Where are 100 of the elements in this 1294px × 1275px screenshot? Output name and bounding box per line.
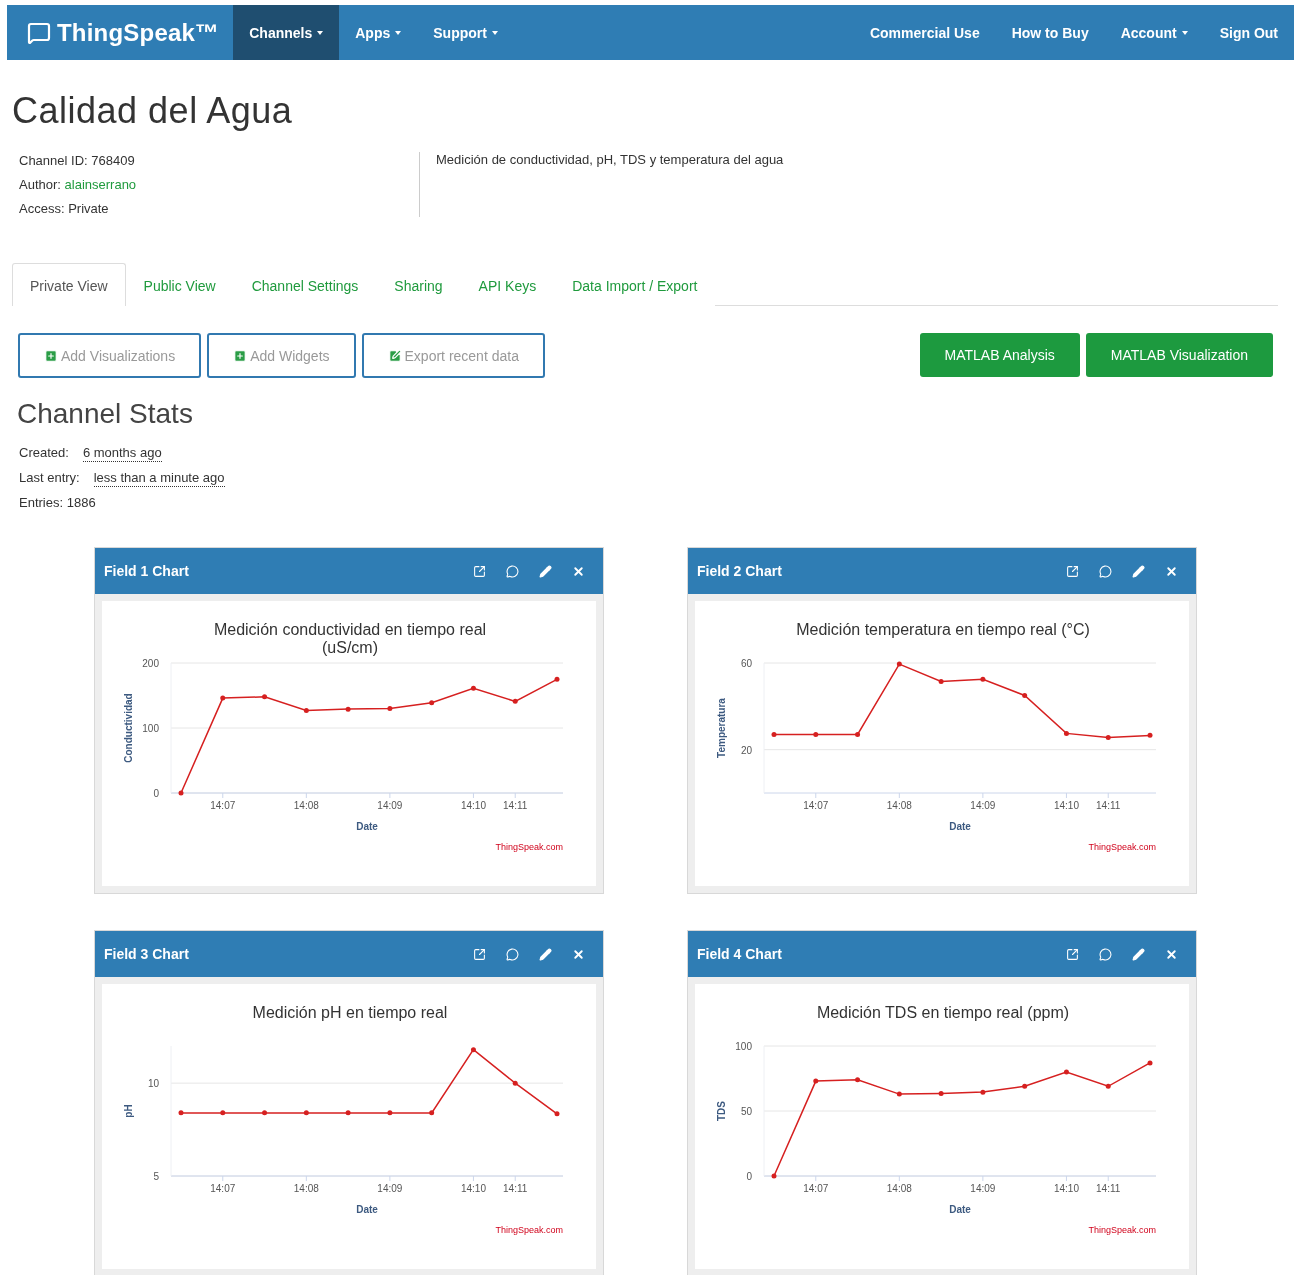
x-tick-label: 14:09 xyxy=(970,1183,996,1194)
data-point xyxy=(429,1110,435,1116)
nav-link[interactable]: Commercial Use xyxy=(853,5,996,60)
data-point xyxy=(387,1110,393,1116)
panel-title: Field 4 Chart xyxy=(697,946,783,962)
y-tick-label: 10 xyxy=(147,1078,159,1090)
data-point xyxy=(980,676,986,682)
credit-link[interactable]: ThingSpeak.com xyxy=(1088,1225,1156,1235)
plus-icon xyxy=(233,348,248,363)
x-tick-label: 14:07 xyxy=(210,1183,236,1194)
channel-info: Channel ID: 768409 xyxy=(19,152,136,169)
x-tick-label: 14:07 xyxy=(803,800,829,811)
data-point xyxy=(1147,732,1153,738)
data-point xyxy=(771,732,777,737)
channel-title: Calidad del Agua xyxy=(12,90,294,132)
action-button[interactable]: Export recent data xyxy=(361,333,545,378)
author-link[interactable]: alainserrano xyxy=(64,177,137,192)
nav-link[interactable]: Channels xyxy=(233,5,340,60)
data-point xyxy=(554,1111,560,1117)
nav-link[interactable]: Apps xyxy=(339,5,418,60)
data-point xyxy=(554,676,560,682)
external-link-icon[interactable] xyxy=(1066,564,1079,578)
comment-icon[interactable] xyxy=(506,564,519,578)
nav-link[interactable]: Sign Out xyxy=(1203,5,1294,60)
data-point xyxy=(1105,1083,1111,1089)
edit-icon[interactable] xyxy=(1132,564,1145,578)
nav-link[interactable]: Account xyxy=(1104,5,1204,60)
y-tick-label: 0 xyxy=(153,788,159,799)
tab[interactable]: Private View xyxy=(12,263,126,306)
x-tick-label: 14:11 xyxy=(503,800,528,811)
data-point xyxy=(262,1110,268,1116)
stat-text: Entries: 1886 xyxy=(19,494,96,511)
channel-description: Medición de conductividad, pH, TDS y temperatura del agua xyxy=(435,151,785,169)
data-point xyxy=(1063,1069,1069,1075)
y-tick-label: 100 xyxy=(735,1041,752,1052)
x-tick-label: 14:11 xyxy=(1096,1183,1121,1194)
chat-icon xyxy=(27,20,51,45)
data-point xyxy=(387,706,393,711)
close-icon[interactable] xyxy=(1165,564,1178,578)
data-point xyxy=(303,707,309,713)
close-icon[interactable] xyxy=(1165,947,1178,961)
external-link-icon[interactable] xyxy=(1066,947,1079,961)
credit-link[interactable]: ThingSpeak.com xyxy=(1088,842,1156,852)
x-tick-label: 14:10 xyxy=(1053,800,1079,811)
channel-info: Author: alainserrano xyxy=(19,176,138,193)
x-axis-title: Date xyxy=(949,1204,971,1215)
close-icon[interactable] xyxy=(572,947,585,961)
y-tick-label: 5 xyxy=(153,1171,159,1182)
data-point xyxy=(512,698,518,704)
data-point xyxy=(855,1077,861,1083)
action-button[interactable]: Add Widgets xyxy=(207,333,356,378)
external-link-icon[interactable] xyxy=(473,947,486,961)
edit-icon[interactable] xyxy=(1132,947,1145,961)
y-axis-title: Conductividad xyxy=(123,693,134,763)
logo[interactable]: ThingSpeak™ xyxy=(57,18,220,47)
x-tick-label: 14:11 xyxy=(503,1183,528,1194)
section-heading: Channel Stats xyxy=(17,398,194,430)
action-button[interactable]: Add Visualizations xyxy=(18,333,202,378)
x-tick-label: 14:07 xyxy=(803,1183,829,1194)
stat-label: Created: xyxy=(19,444,69,462)
nav-link[interactable]: Support xyxy=(417,5,514,60)
chart-title: Medición pH en tiempo real xyxy=(252,1004,448,1021)
matlab-button[interactable]: MATLAB Analysis xyxy=(919,333,1080,377)
edit-icon[interactable] xyxy=(539,947,552,961)
y-axis-title: Temperatura xyxy=(716,698,727,758)
data-point xyxy=(855,732,861,737)
close-icon[interactable] xyxy=(572,564,585,578)
comment-icon[interactable] xyxy=(1099,564,1112,578)
credit-link[interactable]: ThingSpeak.com xyxy=(495,1225,563,1235)
matlab-button[interactable]: MATLAB Visualization xyxy=(1085,333,1273,377)
x-tick-label: 14:10 xyxy=(1053,1183,1079,1194)
chart-title: Medición TDS en tiempo real (ppm) xyxy=(816,1004,1070,1021)
x-tick-label: 14:09 xyxy=(970,800,996,811)
data-point xyxy=(512,1080,518,1086)
chart-title: Medición conductividad en tiempo real (uS/cm) xyxy=(213,621,487,656)
data-point xyxy=(178,1110,184,1116)
y-axis-title: pH xyxy=(123,1104,134,1118)
nav-link[interactable]: How to Buy xyxy=(995,5,1105,60)
x-axis-title: Date xyxy=(356,821,378,832)
panel-title: Field 3 Chart xyxy=(104,946,190,962)
x-tick-label: 14:09 xyxy=(377,1183,403,1194)
y-tick-label: 0 xyxy=(746,1171,752,1182)
data-point xyxy=(470,685,476,691)
x-tick-label: 14:08 xyxy=(886,800,912,811)
data-point xyxy=(220,695,226,701)
external-link-icon[interactable] xyxy=(473,564,486,578)
credit-link[interactable]: ThingSpeak.com xyxy=(495,842,563,852)
x-tick-label: 14:11 xyxy=(1096,800,1121,811)
comment-icon[interactable] xyxy=(506,947,519,961)
panel-title: Field 2 Chart xyxy=(697,563,783,579)
x-axis-title: Date xyxy=(356,1204,378,1215)
data-point xyxy=(220,1110,226,1116)
data-point xyxy=(938,1090,944,1096)
data-point xyxy=(429,700,435,706)
comment-icon[interactable] xyxy=(1099,947,1112,961)
edit-icon[interactable] xyxy=(539,564,552,578)
x-axis-title: Date xyxy=(949,821,971,832)
y-axis-title: TDS xyxy=(716,1101,727,1121)
data-point xyxy=(1022,1083,1028,1089)
stat-value: 6 months ago xyxy=(82,444,162,462)
